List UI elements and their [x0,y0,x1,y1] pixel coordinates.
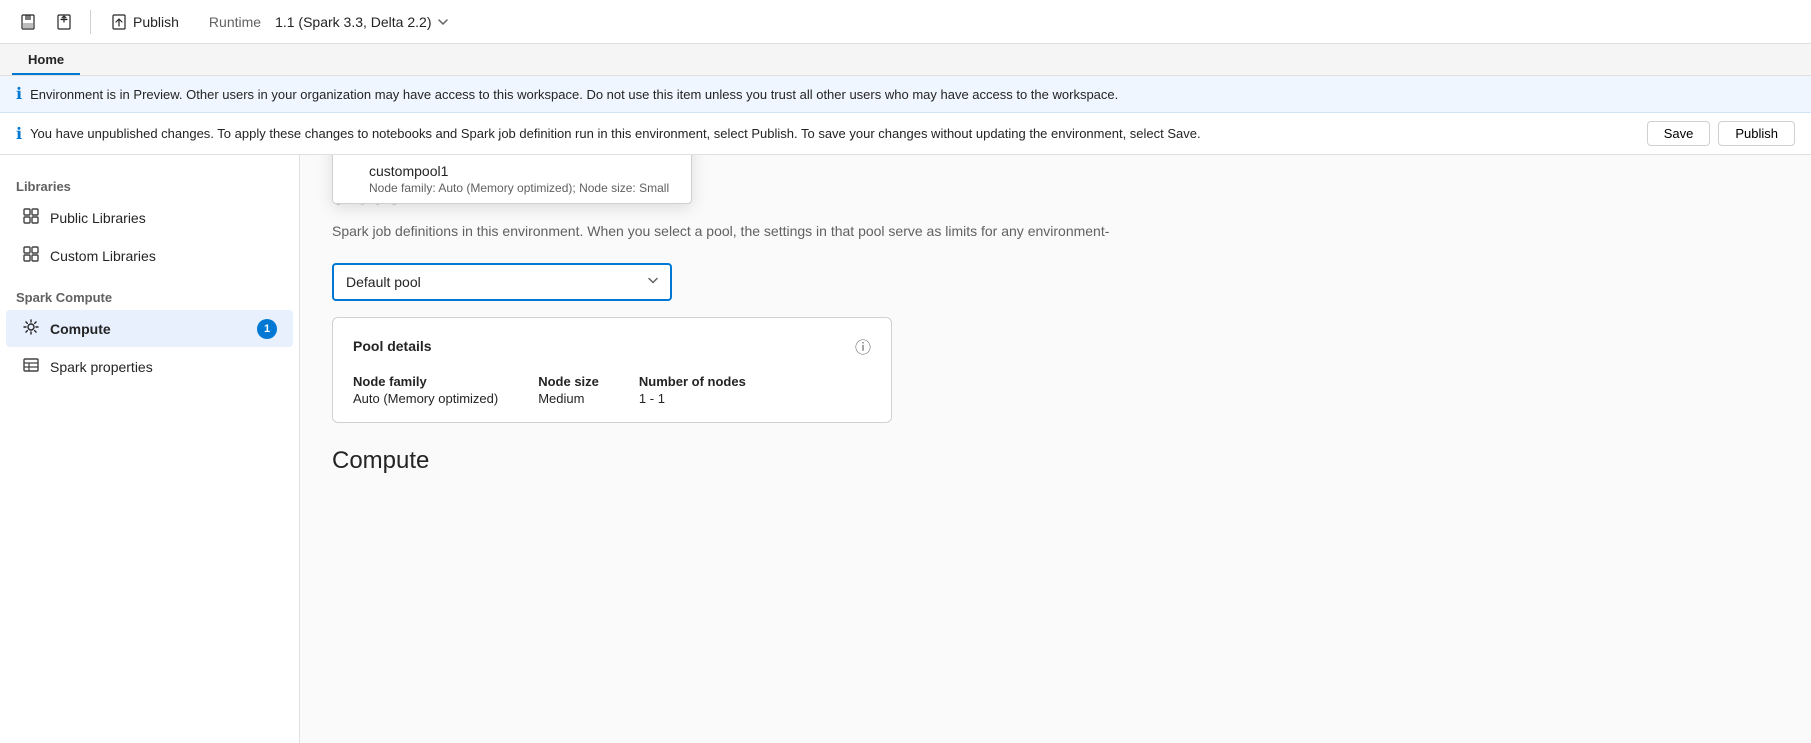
compute-section-title: Compute [332,447,1779,475]
sidebar-item-spark-properties[interactable]: Spark properties [6,348,293,385]
pool-details-header: Pool details ⓘ [353,334,871,358]
dropdown-item-custompool1[interactable]: custompool1 Node family: Auto (Memory op… [333,155,691,203]
spark-compute-section-label: Spark Compute [0,282,299,309]
pool-dropdown: Starter pool ✓ Default pool Node family:… [332,155,692,204]
unpublished-banner: ℹ You have unpublished changes. To apply… [0,113,1811,155]
dropdown-item-name-custom: custompool1 [369,163,675,179]
sidebar-item-custom-libraries[interactable]: Custom Libraries [6,237,293,274]
pool-selector-value: Default pool [346,274,421,290]
toolbar: Publish Runtime 1.1 (Spark 3.3, Delta 2.… [0,0,1811,44]
toolbar-divider [90,10,91,34]
banner-publish-button[interactable]: Publish [1718,121,1795,146]
pool-details-title: Pool details [353,338,432,354]
pool-details-grid: Node family Auto (Memory optimized) Node… [353,374,871,406]
node-family-col: Node family Auto (Memory optimized) [353,374,498,406]
export-button[interactable] [48,6,80,38]
pool-selector-display[interactable]: Default pool [332,263,672,301]
runtime-label: Runtime [209,14,261,30]
sidebar-item-label-custom: Custom Libraries [50,248,156,264]
pool-details-card: Pool details ⓘ Node family Auto (Memory … [332,317,892,423]
sidebar-item-public-libraries[interactable]: Public Libraries [6,199,293,236]
compute-badge: 1 [257,319,277,339]
node-size-col: Node size Medium [538,374,599,406]
node-size-label: Node size [538,374,599,389]
unpublished-banner-text: You have unpublished changes. To apply t… [30,126,1201,141]
dropdown-item-desc-custom: Node family: Auto (Memory optimized); No… [369,181,675,195]
sidebar-item-label-spark: Spark properties [50,359,153,375]
app-layout: Libraries Public Libraries [0,155,1811,743]
sidebar-item-label-compute: Compute [50,321,111,337]
info-icon-2: ℹ [16,124,22,144]
pool-info-icon: ⓘ [855,334,871,358]
banner-save-button[interactable]: Save [1647,121,1711,146]
num-nodes-label: Number of nodes [639,374,746,389]
publish-button[interactable]: Publish [101,10,189,34]
num-nodes-col: Number of nodes 1 - 1 [639,374,746,406]
info-icon-1: ℹ [16,84,22,104]
node-family-label: Node family [353,374,498,389]
table-icon-spark [22,356,40,377]
sidebar: Libraries Public Libraries [0,155,300,743]
chevron-down-icon [646,274,660,291]
banner-actions: Save Publish [1647,121,1795,146]
runtime-value: 1.1 (Spark 3.3, Delta 2.2) [275,14,431,30]
tab-home[interactable]: Home [12,46,80,75]
gear-icon-compute [22,318,40,339]
tab-bar: Home [0,44,1811,76]
sidebar-item-compute[interactable]: Compute 1 [6,310,293,347]
preview-banner-text: Environment is in Preview. Other users i… [30,87,1118,102]
sidebar-item-label-public: Public Libraries [50,210,146,226]
preview-banner: ℹ Environment is in Preview. Other users… [0,76,1811,113]
grid-icon-custom [22,245,40,266]
save-button[interactable] [12,6,44,38]
page-description: Spark job definitions in this environmen… [332,223,1232,239]
main-content: uration Spark job definitions in this en… [300,155,1811,743]
libraries-section-label: Libraries [0,171,299,198]
runtime-dropdown[interactable]: 1.1 (Spark 3.3, Delta 2.2) [265,10,459,34]
num-nodes-value: 1 - 1 [639,391,746,406]
node-size-value: Medium [538,391,599,406]
grid-icon-public [22,207,40,228]
pool-selector-wrapper: Starter pool ✓ Default pool Node family:… [332,263,672,301]
node-family-value: Auto (Memory optimized) [353,391,498,406]
publish-label: Publish [133,14,179,30]
